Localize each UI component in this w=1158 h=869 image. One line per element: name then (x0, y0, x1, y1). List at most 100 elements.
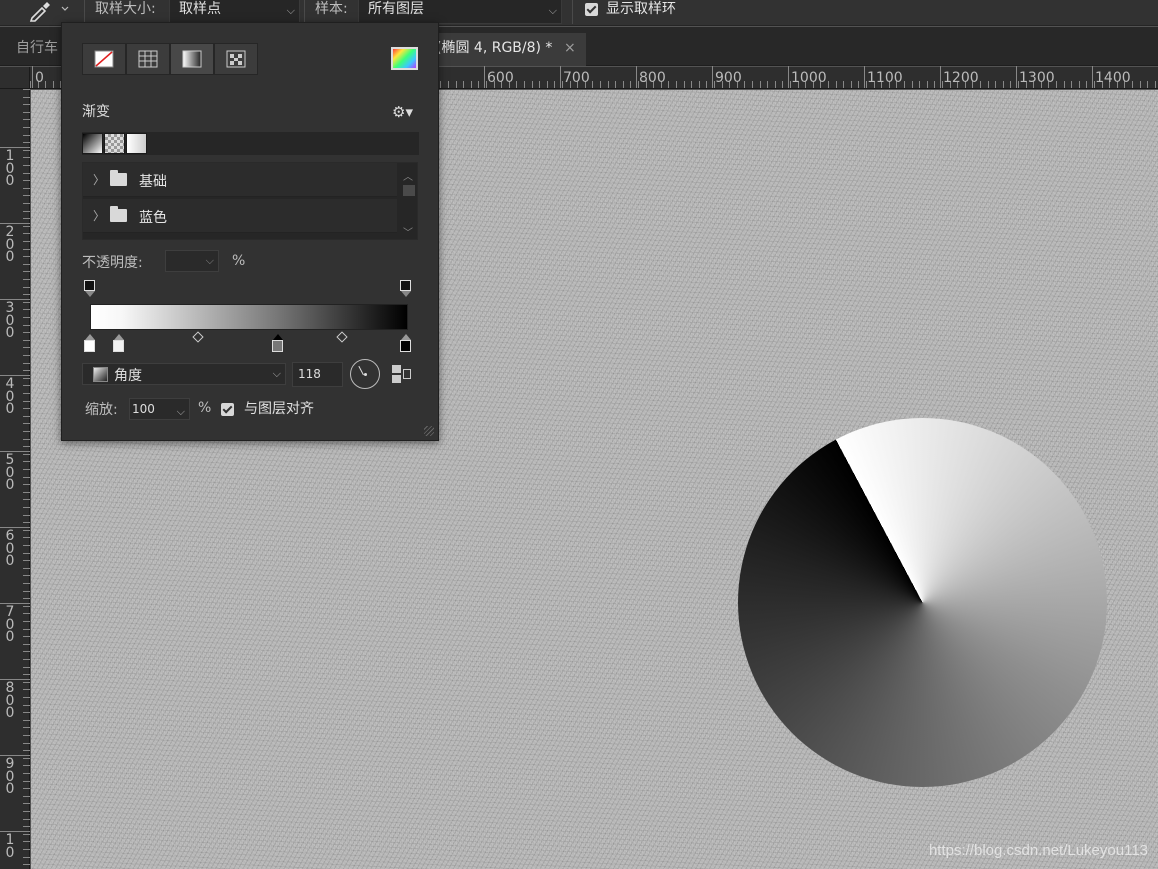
chevron-right-icon: 〉 (93, 209, 106, 223)
tool-preset-picker[interactable] (22, 0, 70, 22)
gradient-editor-bar[interactable] (90, 304, 408, 330)
chevron-right-icon: 〉 (93, 173, 106, 187)
ruler-tick (23, 750, 30, 751)
angle-dial[interactable] (350, 359, 380, 389)
ruler-tick (912, 81, 913, 88)
fill-pattern-button[interactable] (214, 43, 258, 75)
reverse-icon (392, 365, 401, 373)
ruler-major-tick (560, 66, 561, 88)
ruler-major-tick (0, 527, 30, 528)
folder-icon (110, 206, 127, 222)
ruler-major-tick (0, 755, 30, 756)
gradient-ellipse-layer[interactable] (738, 418, 1107, 787)
chevron-down-icon[interactable]: ⌵ (177, 402, 185, 422)
ruler-label: 1200 (943, 70, 979, 86)
gear-icon[interactable]: ⚙▾ (392, 103, 413, 121)
fill-solid-button[interactable] (126, 43, 170, 75)
ruler-major-tick (864, 66, 865, 88)
list-scrollbar[interactable]: ︿ ﹀ (401, 166, 415, 239)
ruler-tick (53, 81, 54, 88)
angle-input[interactable]: 118 (292, 362, 343, 387)
scroll-thumb[interactable] (403, 185, 415, 196)
ruler-label: 500 (5, 452, 15, 493)
ruler-tick (1155, 81, 1156, 88)
watermark: https://blog.csdn.net/Lukeyou113 (928, 842, 1148, 859)
ruler-tick (23, 309, 30, 310)
ruler-tick (904, 81, 905, 88)
scale-unit: % (198, 400, 212, 416)
ruler-tick (836, 81, 837, 88)
ruler-tick (1140, 81, 1141, 88)
gradient-swatch[interactable] (126, 133, 147, 154)
midpoint-diamond[interactable] (336, 331, 348, 343)
ruler-corner[interactable] (0, 67, 30, 89)
ruler-tick (23, 431, 30, 432)
reverse-gradient-button[interactable] (392, 365, 412, 385)
ruler-tick (843, 81, 844, 88)
folder-basic[interactable]: 〉 基础 (83, 163, 397, 197)
folder-blue[interactable]: 〉 蓝色 (83, 199, 397, 233)
ruler-tick (851, 81, 852, 88)
ruler-tick (828, 81, 829, 88)
ruler-tick (23, 788, 30, 789)
separator (84, 0, 85, 24)
ruler-tick (676, 81, 677, 88)
separator (304, 0, 305, 24)
ruler-tick (23, 598, 30, 599)
color-picker-button[interactable] (391, 47, 418, 70)
ruler-tick (23, 613, 30, 614)
folder-label: 蓝色 (139, 210, 167, 226)
align-with-layer-checkbox[interactable] (221, 403, 234, 416)
eyedropper-icon (29, 2, 69, 22)
ruler-tick (23, 89, 30, 90)
ruler-major-tick (32, 66, 33, 88)
ruler-tick (23, 150, 30, 151)
scroll-up-icon[interactable]: ︿ (403, 168, 413, 183)
opacity-stop-left[interactable] (84, 280, 95, 297)
opacity-input[interactable]: ⌵ (165, 250, 219, 272)
ruler-tick (23, 834, 30, 835)
ruler-tick (608, 81, 609, 88)
ruler-tick (23, 165, 30, 166)
ruler-tick (775, 81, 776, 88)
sample-size-select[interactable]: 取样点 ⌵ (169, 0, 300, 24)
tab-bicycle[interactable]: 自行车 (0, 33, 70, 66)
resize-grip[interactable] (424, 426, 434, 436)
scale-input[interactable]: 100 ⌵ (129, 398, 190, 420)
ruler-tick (858, 81, 859, 88)
chevron-down-icon[interactable]: ⌵ (206, 254, 214, 268)
folder-label: 基础 (139, 174, 167, 190)
scroll-down-icon[interactable]: ﹀ (403, 224, 413, 239)
ruler-tick (23, 127, 30, 128)
fill-none-button[interactable] (82, 43, 126, 75)
ruler-label: 700 (563, 70, 590, 86)
gradient-type-select[interactable]: 角度 ⌵ (82, 363, 286, 385)
ruler-label: 1400 (1095, 70, 1131, 86)
ruler-tick (23, 340, 30, 341)
opacity-stop-right[interactable] (400, 280, 411, 297)
ruler-label: 100 (5, 148, 15, 189)
ruler-major-tick (0, 375, 30, 376)
close-icon[interactable]: × (564, 33, 576, 64)
gradient-swatch[interactable] (82, 133, 103, 154)
ruler-tick (23, 325, 30, 326)
color-stop-selected[interactable] (272, 334, 283, 352)
separator (572, 0, 573, 24)
color-stop[interactable] (84, 334, 95, 352)
midpoint-diamond[interactable] (192, 331, 204, 343)
show-ring-checkbox[interactable] (585, 3, 598, 16)
vertical-ruler[interactable]: 100 200 300 400 500 600 700 800 900 10 (0, 89, 30, 869)
ruler-tick (23, 727, 30, 728)
fill-gradient-button[interactable] (170, 43, 214, 75)
ruler-tick (23, 568, 30, 569)
ruler-tick (463, 81, 464, 88)
sample-select[interactable]: 所有图层 ⌵ (358, 0, 562, 24)
ruler-tick (23, 819, 30, 820)
ruler-tick (927, 81, 928, 88)
color-stop[interactable] (400, 334, 411, 352)
color-stop[interactable] (113, 334, 124, 352)
ruler-label: 300 (5, 300, 15, 341)
gradient-swatch[interactable] (104, 133, 125, 154)
ruler-tick (1079, 81, 1080, 88)
ruler-tick (23, 720, 30, 721)
